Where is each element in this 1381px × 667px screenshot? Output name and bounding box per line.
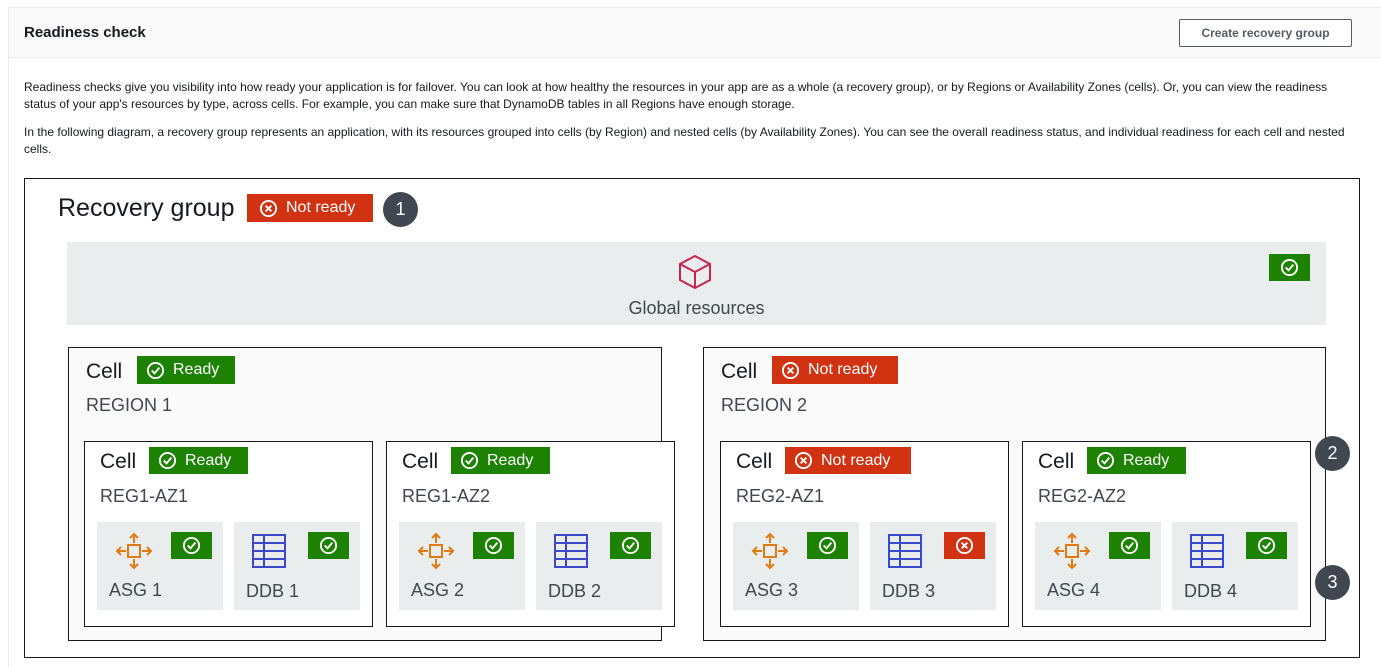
zone-name: REG2-AZ1 [736, 486, 825, 506]
resource-label: DDB 2 [548, 581, 602, 601]
resource-ready-indicator [610, 532, 651, 559]
zone-cell-reg2-az2: Cell Ready REG2-AZ2 ASG 4 DDB 4 [1022, 441, 1311, 627]
check-circle-icon [319, 536, 338, 555]
check-circle-icon [484, 536, 503, 555]
cell-label: Cell [86, 360, 123, 383]
panel-title: Readiness check [24, 24, 146, 41]
dynamodb-table-icon [554, 534, 588, 568]
recovery-group-status-label: Not ready [286, 199, 356, 216]
check-circle-icon [146, 361, 165, 379]
recovery-group-status-badge: Not ready [247, 194, 373, 222]
resource-label: ASG 2 [411, 580, 465, 600]
zone-name: REG1-AZ2 [402, 486, 491, 506]
region-1-status-badge: Ready [137, 356, 235, 384]
resource-ddb: DDB 4 [1172, 522, 1298, 610]
resource-ddb: DDB 2 [536, 522, 662, 610]
dynamodb-table-icon [252, 534, 286, 568]
resource-ready-indicator [473, 532, 514, 559]
resource-ready-indicator [1246, 532, 1287, 559]
x-circle-icon [259, 199, 278, 217]
resource-asg: ASG 1 [97, 522, 223, 610]
cell-label: Cell [100, 450, 137, 473]
zone-cell-reg1-az1: Cell Ready REG1-AZ1 ASG 1 DDB 1 [84, 441, 373, 627]
x-circle-icon [794, 451, 813, 470]
resource-ready-indicator [171, 532, 212, 559]
status-label: Ready [173, 361, 220, 378]
global-resources-label: Global resources [628, 298, 765, 318]
auto-scaling-icon [751, 532, 789, 570]
cell-label: Cell [402, 450, 439, 473]
auto-scaling-icon [1053, 532, 1091, 570]
check-circle-icon [818, 536, 837, 555]
check-circle-icon [1257, 536, 1276, 555]
callout-2: 2 [1315, 436, 1350, 471]
panel-header: Readiness check Create recovery group [9, 8, 1381, 58]
check-circle-icon [460, 451, 479, 470]
status-label: Ready [487, 451, 534, 469]
resource-label: DDB 3 [882, 581, 936, 601]
zone-status-badge: Ready [1087, 447, 1186, 474]
check-circle-icon [1120, 536, 1139, 555]
zone-status-badge: Ready [149, 447, 248, 474]
status-label: Ready [1123, 451, 1170, 469]
resource-label: DDB 1 [246, 581, 300, 601]
recovery-group-diagram: Recovery group Not ready 1 Global resour… [24, 178, 1360, 658]
dynamodb-table-icon [888, 534, 922, 568]
resource-not-ready-indicator [944, 532, 985, 559]
create-recovery-group-button[interactable]: Create recovery group [1179, 19, 1352, 47]
region-name: REGION 2 [721, 395, 808, 415]
check-circle-icon [1096, 451, 1115, 470]
zone-status-badge: Ready [451, 447, 550, 474]
resource-label: ASG 4 [1047, 580, 1101, 600]
auto-scaling-icon [115, 532, 153, 570]
check-circle-icon [158, 451, 177, 470]
check-circle-icon [621, 536, 640, 555]
resource-ready-indicator [1109, 532, 1150, 559]
auto-scaling-icon [417, 532, 455, 570]
global-resources: Global resources [67, 242, 1326, 325]
status-label: Not ready [821, 451, 891, 469]
recovery-group-title: Recovery group [58, 194, 235, 222]
description-paragraph-1: Readiness checks give you visibility int… [24, 80, 1328, 111]
check-circle-icon [182, 536, 201, 555]
dynamodb-table-icon [1190, 534, 1224, 568]
zone-name: REG1-AZ1 [100, 486, 189, 506]
zone-name: REG2-AZ2 [1038, 486, 1127, 506]
zone-cell-reg1-az2: Cell Ready REG1-AZ2 ASG 2 DDB 2 [386, 441, 675, 627]
x-circle-icon [781, 361, 800, 379]
region-name: REGION 1 [86, 395, 173, 415]
description-paragraph-2: In the following diagram, a recovery gro… [24, 125, 1345, 156]
cell-label: Cell [1038, 450, 1075, 473]
region-2-status-badge: Not ready [772, 356, 898, 384]
status-label: Ready [185, 451, 232, 469]
resource-ddb: DDB 1 [234, 522, 360, 610]
resource-ready-indicator [308, 532, 349, 559]
cell-label: Cell [721, 360, 758, 383]
resource-label: DDB 4 [1184, 581, 1238, 601]
zone-cell-reg2-az1: Cell Not ready REG2-AZ1 ASG 3 DDB 3 [720, 441, 1009, 627]
resource-asg: ASG 4 [1035, 522, 1161, 610]
resource-label: ASG 1 [109, 580, 163, 600]
callout-3: 3 [1315, 565, 1350, 600]
x-circle-icon [955, 536, 974, 555]
check-circle-icon [1280, 258, 1299, 277]
callout-1: 1 [383, 192, 418, 227]
zone-status-badge: Not ready [785, 447, 911, 474]
global-resources-ready-indicator [1269, 254, 1310, 281]
resource-ready-indicator [807, 532, 848, 559]
readiness-check-panel: Readiness check Create recovery group Re… [8, 7, 1381, 667]
status-label: Not ready [808, 361, 878, 378]
resource-ddb: DDB 3 [870, 522, 996, 610]
resource-label: ASG 3 [745, 580, 799, 600]
resource-asg: ASG 2 [399, 522, 525, 610]
cell-label: Cell [736, 450, 773, 473]
region-cell-2: Cell Not ready REGION 2 Cell Not ready R… [703, 347, 1326, 641]
cube-icon [679, 254, 711, 290]
resource-asg: ASG 3 [733, 522, 859, 610]
region-cell-1: Cell Ready REGION 1 Cell Ready REG1-AZ1 … [68, 347, 675, 641]
